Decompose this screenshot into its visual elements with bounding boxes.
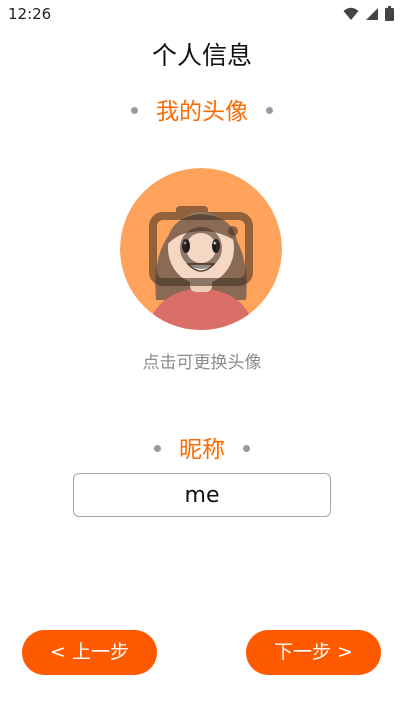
page-title: 个人信息 [151, 41, 252, 70]
nickname-input[interactable] [73, 473, 331, 517]
signal-icon [366, 7, 378, 20]
status-bar: 12:26 [0, 0, 404, 28]
avatar-section-heading: 我的头像 [0, 92, 404, 126]
bullet-dot-right [243, 445, 250, 452]
avatar-image [120, 168, 282, 330]
avatar-hint-text: 点击可更换头像 [142, 353, 262, 373]
next-step-button[interactable]: 下一步 > [246, 630, 381, 675]
status-time: 12:26 [8, 5, 52, 23]
battery-icon [385, 6, 394, 21]
avatar-button[interactable] [120, 168, 282, 330]
bullet-dot-left [131, 107, 138, 114]
nickname-section-heading: 昵称 [0, 430, 404, 464]
bullet-dot-right [266, 107, 273, 114]
bullet-dot-left [154, 445, 161, 452]
previous-step-button[interactable]: < 上一步 [22, 630, 157, 675]
nickname-heading-label: 昵称 [179, 437, 225, 463]
avatar-heading-label: 我的头像 [156, 99, 248, 125]
wifi-icon [343, 7, 359, 20]
status-icons [343, 6, 394, 21]
